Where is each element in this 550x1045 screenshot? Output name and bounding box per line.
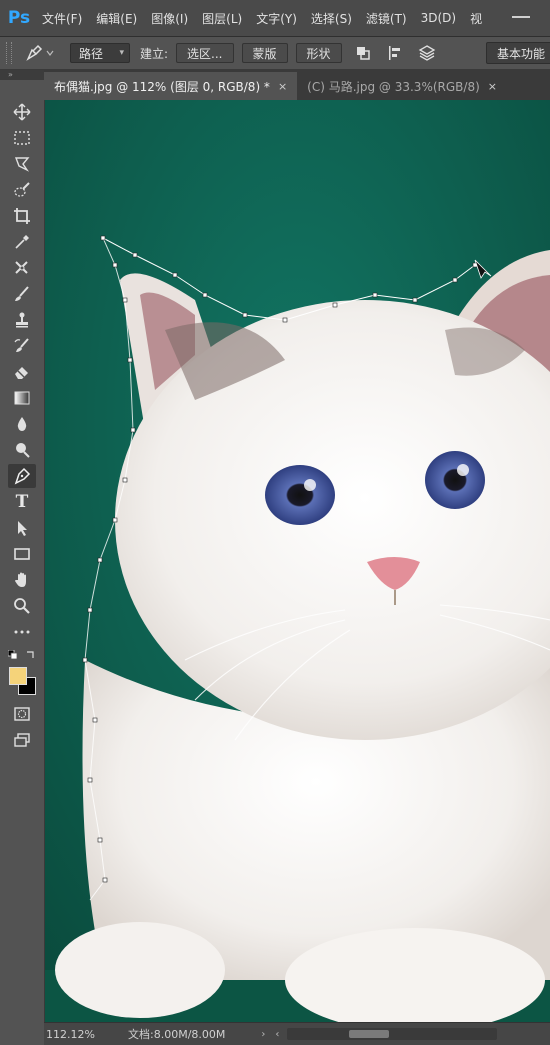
cat-photo — [45, 100, 550, 1022]
zoom-icon — [14, 598, 30, 614]
foreground-color-swatch[interactable] — [9, 667, 27, 685]
path-operations-button[interactable] — [352, 43, 374, 63]
menu-image[interactable]: 图像(I) — [151, 10, 188, 27]
pen-icon — [14, 467, 31, 485]
quick-select-tool[interactable] — [8, 178, 36, 202]
align-left-icon — [388, 46, 400, 60]
type-icon: T — [15, 492, 29, 512]
swap-colors-icon[interactable] — [26, 649, 36, 659]
history-brush-tool[interactable] — [8, 334, 36, 358]
collapse-panels-icon[interactable]: » — [0, 70, 44, 80]
arrange-layers-icon — [418, 45, 435, 61]
minimize-icon[interactable] — [512, 16, 530, 18]
scrollbar-thumb[interactable] — [349, 1030, 390, 1038]
quick-mask-button[interactable] — [8, 702, 36, 726]
ellipsis-icon — [14, 630, 30, 634]
stamp-tool[interactable] — [8, 308, 36, 332]
blur-icon — [17, 417, 27, 431]
photoshop-logo: Ps — [7, 8, 31, 28]
menu-bar: Ps 文件(F) 编辑(E) 图像(I) 图层(L) 文字(Y) 选择(S) 滤… — [0, 0, 550, 37]
workspace-switcher[interactable]: 基本功能 — [486, 42, 550, 64]
horizontal-scrollbar[interactable] — [287, 1028, 498, 1040]
more-tools[interactable] — [8, 620, 36, 644]
gradient-icon — [14, 391, 30, 405]
scroll-left-arrow[interactable]: ‹ — [275, 1029, 279, 1040]
menu-layer[interactable]: 图层(L) — [202, 10, 242, 27]
healing-icon — [15, 261, 28, 274]
path-operations-icon — [356, 47, 370, 60]
document-canvas[interactable] — [45, 100, 550, 1022]
menu-type[interactable]: 文字(Y) — [256, 10, 297, 27]
tools-panel: T — [0, 80, 45, 1022]
dodge-tool[interactable] — [8, 438, 36, 462]
menu-edit[interactable]: 编辑(E) — [96, 10, 137, 27]
pen-icon — [26, 44, 43, 61]
marquee-tool[interactable] — [8, 126, 36, 150]
close-icon[interactable]: × — [488, 80, 497, 93]
rectangle-icon — [14, 548, 30, 560]
move-tool[interactable] — [8, 100, 36, 124]
menu-file[interactable]: 文件(F) — [42, 10, 82, 27]
menu-3d[interactable]: 3D(D) — [421, 11, 456, 25]
lasso-icon — [14, 157, 30, 172]
document-tabs: 布偶猫.jpg @ 112% (图层 0, RGB/8) * × (C) 马路.… — [44, 70, 550, 100]
gradient-tool[interactable] — [8, 386, 36, 410]
dodge-icon — [16, 443, 30, 458]
hand-icon — [15, 572, 26, 587]
pen-tool[interactable] — [8, 464, 36, 488]
tool-preset-picker[interactable] — [24, 43, 62, 63]
crop-tool[interactable] — [8, 204, 36, 228]
status-menu-arrow[interactable]: › — [261, 1029, 265, 1040]
type-tool[interactable]: T — [8, 490, 36, 514]
pen-mode-select[interactable]: 路径 ▾ — [70, 43, 130, 63]
tab-ragdoll-cat[interactable]: 布偶猫.jpg @ 112% (图层 0, RGB/8) * × — [44, 72, 298, 100]
blur-tool[interactable] — [8, 412, 36, 436]
status-bar: 112.12% 文档:8.00M/8.00M › ‹ — [44, 1022, 550, 1045]
tab-road[interactable]: (C) 马路.jpg @ 33.3%(RGB/8) × — [297, 72, 507, 100]
make-mask-button[interactable]: 蒙版 — [241, 43, 288, 63]
rectangle-tool[interactable] — [8, 542, 36, 566]
stamp-icon — [16, 312, 28, 328]
zoom-tool[interactable] — [8, 594, 36, 618]
eraser-tool[interactable] — [8, 360, 36, 384]
history-brush-icon — [14, 338, 29, 352]
options-grip[interactable] — [6, 42, 12, 64]
path-arrangement-button[interactable] — [416, 43, 438, 63]
brush-icon — [15, 286, 29, 301]
brush-tool[interactable] — [8, 282, 36, 306]
hand-tool[interactable] — [8, 568, 36, 592]
document-size-info: 文档:8.00M/8.00M — [128, 1028, 226, 1041]
pen-mode-value: 路径 — [79, 46, 104, 61]
path-select-icon — [18, 521, 27, 536]
chevron-down-icon — [46, 50, 54, 56]
make-label: 建立: — [140, 46, 169, 61]
zoom-level[interactable]: 112.12% — [44, 1028, 106, 1041]
make-shape-button[interactable]: 形状 — [295, 43, 342, 63]
path-select-tool[interactable] — [8, 516, 36, 540]
quick-mask-icon — [14, 707, 30, 721]
quick-select-icon — [14, 182, 30, 197]
marquee-icon — [14, 131, 30, 145]
chevron-down-icon: ▾ — [119, 48, 124, 58]
crop-icon — [14, 208, 30, 224]
tab-title: (C) 马路.jpg @ 33.3%(RGB/8) — [307, 79, 480, 94]
screen-mode-icon — [14, 733, 30, 747]
close-icon[interactable]: × — [278, 80, 287, 93]
tab-title: 布偶猫.jpg @ 112% (图层 0, RGB/8) * — [54, 79, 270, 94]
make-selection-button[interactable]: 选区... — [176, 43, 234, 63]
lasso-tool[interactable] — [8, 152, 36, 176]
menu-select[interactable]: 选择(S) — [311, 10, 352, 27]
screen-mode-button[interactable] — [8, 728, 36, 752]
menu-view[interactable]: 视 — [470, 10, 482, 27]
move-icon — [13, 103, 31, 121]
menu-filter[interactable]: 滤镜(T) — [366, 10, 407, 27]
options-bar: 路径 ▾ 建立: 选区... 蒙版 形状 基本功能 — [0, 37, 550, 70]
path-alignment-button[interactable] — [384, 43, 406, 63]
eyedropper-tool[interactable] — [8, 230, 36, 254]
eraser-icon — [15, 367, 28, 379]
eyedropper-icon — [15, 235, 29, 249]
healing-tool[interactable] — [8, 256, 36, 280]
default-colors-icon[interactable] — [8, 650, 18, 660]
